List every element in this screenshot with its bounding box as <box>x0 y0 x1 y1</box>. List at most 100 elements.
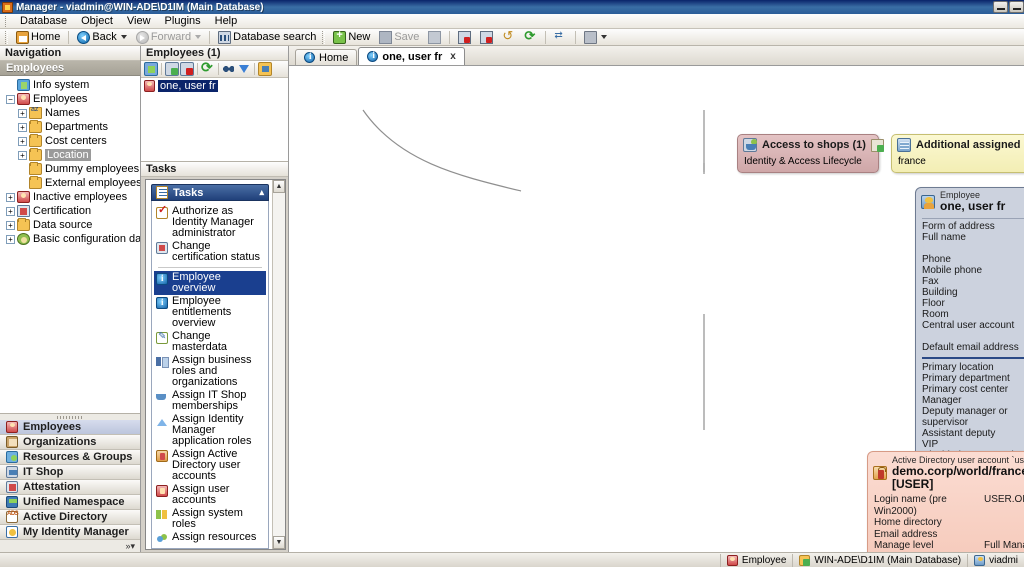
card-additional-assigned-locations[interactable]: Additional assigned locations (1) france <box>891 134 1024 173</box>
tree-item-basic-configuration-data[interactable]: + Basic configuration data <box>0 232 140 246</box>
discard-button[interactable] <box>476 29 497 46</box>
tree-expander-icon[interactable]: + <box>6 206 15 216</box>
save-all-icon <box>428 30 442 44</box>
task-item-assign-system-roles[interactable]: Assign system roles <box>154 507 266 531</box>
folder-icon <box>29 134 42 147</box>
task-item-assign-it-shop-memberships[interactable]: Assign IT Shop memberships <box>154 389 266 413</box>
tab-one-user-fr[interactable]: one, user fr x <box>358 47 465 65</box>
scroll-track[interactable] <box>273 193 285 536</box>
tree-item-external-employees[interactable]: External employees <box>0 176 140 190</box>
delete-button[interactable] <box>454 29 475 46</box>
home-button[interactable]: Home <box>12 29 64 46</box>
task-item-employee-overview[interactable]: Employee overview <box>154 271 266 295</box>
nav-button-organizations[interactable]: Organizations <box>0 435 140 450</box>
nav-more-button[interactable]: »▾ <box>0 540 140 552</box>
task-item-change-certification-status[interactable]: Change certification status <box>154 240 266 264</box>
menu-item-plugins[interactable]: Plugins <box>158 14 208 28</box>
menu-grip[interactable] <box>5 15 8 27</box>
tree-expander-icon[interactable]: + <box>6 192 15 202</box>
collapse-chevron-icon[interactable]: ▴ <box>259 187 264 198</box>
task-item-employee-entitlements-overview[interactable]: Employee entitlements overview <box>154 295 266 330</box>
forward-dropdown-icon[interactable] <box>195 35 202 39</box>
tree-item-names[interactable]: + Names <box>0 106 140 120</box>
toolbar-grip-1[interactable] <box>5 30 8 44</box>
new-icon <box>333 29 347 44</box>
close-icon[interactable]: x <box>450 51 456 62</box>
menu-item-view[interactable]: View <box>120 14 158 28</box>
tree-expander-icon[interactable]: + <box>18 150 27 160</box>
card-active-directory-account[interactable]: Active Directory user account `user fr. … <box>867 451 1024 552</box>
tree-item-location[interactable]: + Location <box>0 148 140 162</box>
nav-button-attestation[interactable]: Attestation <box>0 480 140 495</box>
tasks-widget-header[interactable]: Tasks ▴ <box>151 184 269 201</box>
tree-item-cost-centers[interactable]: + Cost centers <box>0 134 140 148</box>
group-icon[interactable] <box>258 62 272 76</box>
tasks-container: Tasks ▴ Authorize as Identity Manager ad… <box>145 179 286 550</box>
add-item-icon[interactable] <box>870 138 884 152</box>
back-arrow-icon <box>77 30 91 44</box>
tree-item-departments[interactable]: + Departments <box>0 120 140 134</box>
toolbar-grip-2[interactable] <box>322 30 326 44</box>
menu-item-database[interactable]: Database <box>13 14 74 28</box>
card-employee-details[interactable]: Employee one, user fr Form of address Ful… <box>915 187 1024 478</box>
tree-item-employees[interactable]: − Employees <box>0 92 140 106</box>
menu-item-object[interactable]: Object <box>74 14 120 28</box>
tree-item-inactive-employees[interactable]: + Inactive employees <box>0 190 140 204</box>
tree-expander-icon[interactable]: + <box>18 122 27 132</box>
menu-item-help[interactable]: Help <box>208 14 245 28</box>
back-dropdown-icon[interactable] <box>120 35 127 39</box>
find-icon[interactable] <box>222 62 236 76</box>
forward-button[interactable]: Forward <box>132 29 205 46</box>
tree-expander-icon[interactable]: + <box>18 108 27 118</box>
tab-home[interactable]: Home <box>295 49 358 65</box>
new-button[interactable]: New <box>329 29 374 46</box>
nav-button-it-shop[interactable]: IT Shop <box>0 465 140 480</box>
undo-button[interactable] <box>498 28 519 46</box>
task-item-assign-active-directory-user-accounts[interactable]: Assign Active Directory user accounts <box>154 448 266 483</box>
task-item-assign-user-accounts[interactable]: Assign user accounts <box>154 483 266 507</box>
refresh-list-icon[interactable] <box>201 59 215 76</box>
filter-icon[interactable] <box>237 62 251 76</box>
tasks-vertical-scrollbar[interactable]: ▲ ▼ <box>272 180 285 549</box>
tree-item-dummy-employees[interactable]: Dummy employees <box>0 162 140 176</box>
refresh-button[interactable] <box>520 28 541 46</box>
tree-expander-icon[interactable]: − <box>6 94 15 104</box>
task-item-assign-business-roles-and-organizations[interactable]: Assign business roles and organizations <box>154 354 266 389</box>
remove-object-icon[interactable] <box>180 62 194 76</box>
add-object-icon[interactable] <box>165 62 179 76</box>
task-item-assign-identity-manager-application-role[interactable]: Assign Identity Manager application role… <box>154 413 266 448</box>
print-dropdown-icon[interactable] <box>601 35 608 39</box>
tree-item-info-system[interactable]: Info system <box>0 78 140 92</box>
database-search-button[interactable]: Database search <box>214 29 320 46</box>
back-button[interactable]: Back <box>73 29 130 46</box>
attribute-key: Building <box>922 287 958 298</box>
tree-item-data-source[interactable]: + Data source <box>0 218 140 232</box>
tree-item-label: Cost centers <box>45 135 107 147</box>
nav-button-employees[interactable]: Employees <box>0 420 140 435</box>
employee-list-item-label: one, user fr <box>158 79 218 92</box>
employee-list-item[interactable]: one, user fr <box>141 79 288 92</box>
nav-button-unified-namespace[interactable]: Unified Namespace <box>0 495 140 510</box>
task-item-authorize-as-identity-manager-administra[interactable]: Authorize as Identity Manager administra… <box>154 205 266 240</box>
minimize-button[interactable] <box>993 1 1008 13</box>
scroll-down-button[interactable]: ▼ <box>273 536 285 549</box>
scroll-up-button[interactable]: ▲ <box>273 180 285 193</box>
save-button[interactable]: Save <box>375 29 423 46</box>
tree-expander-icon[interactable]: + <box>18 136 27 146</box>
maximize-button[interactable] <box>1009 1 1024 13</box>
card-access-to-shops[interactable]: Access to shops (1) Identity & Access Li… <box>737 134 884 173</box>
task-item-change-masterdata[interactable]: Change masterdata <box>154 330 266 354</box>
task-item-assign-resources[interactable]: Assign resources <box>154 531 266 546</box>
tree-expander-icon[interactable]: + <box>6 220 15 230</box>
nav-button-resources-groups[interactable]: Resources & Groups <box>0 450 140 465</box>
organizations-icon <box>6 436 18 448</box>
print-button[interactable] <box>580 29 611 46</box>
tree-item-certification[interactable]: + Certification <box>0 204 140 218</box>
nav-button-active-directory[interactable]: Active Directory <box>0 510 140 525</box>
window-controls[interactable] <box>993 1 1024 13</box>
link-button[interactable] <box>550 29 571 46</box>
save-all-button[interactable] <box>424 29 445 46</box>
nav-button-my-identity-manager[interactable]: My Identity Manager <box>0 525 140 540</box>
tree-expander-icon[interactable]: + <box>6 234 15 244</box>
edit-object-icon[interactable] <box>144 62 158 76</box>
